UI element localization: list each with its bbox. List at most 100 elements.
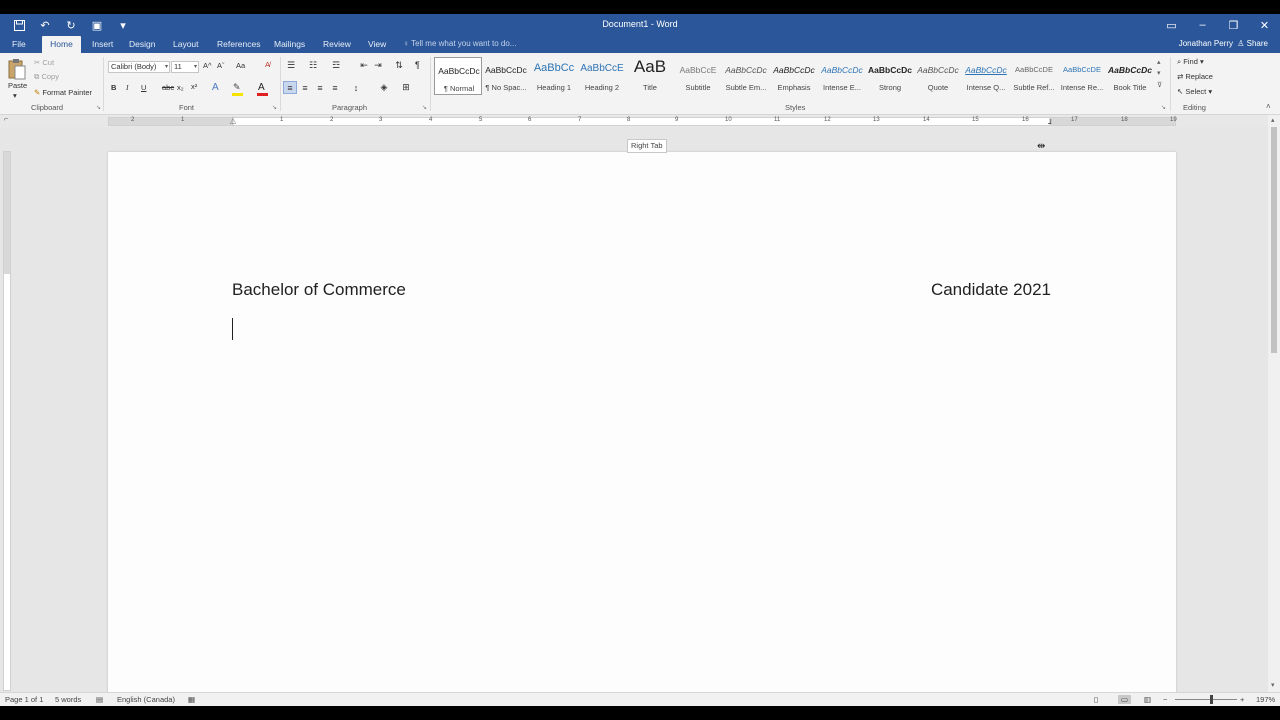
vertical-ruler[interactable] — [3, 151, 11, 691]
style-normal[interactable]: AaBbCcDc ¶ Normal — [434, 57, 482, 95]
tab-layout[interactable]: Layout — [168, 36, 204, 53]
styles-scroll-up-icon[interactable]: ▴ — [1157, 58, 1161, 66]
tab-file[interactable]: File — [7, 36, 31, 53]
subscript-button[interactable]: x₂ — [177, 83, 184, 92]
style-emphasis[interactable]: AaBbCcDc Emphasis — [770, 57, 818, 95]
language[interactable]: English (Canada) — [117, 695, 175, 704]
tab-insert[interactable]: Insert — [87, 36, 118, 53]
text-effects-icon[interactable]: A — [212, 82, 219, 93]
print-layout-icon[interactable]: ▭ — [1118, 695, 1132, 704]
paragraph-launcher-icon[interactable]: ↘ — [422, 104, 427, 111]
tab-references[interactable]: References — [212, 36, 265, 53]
font-name-box[interactable]: Calibri (Body) — [108, 61, 170, 73]
paste-icon[interactable] — [6, 57, 28, 81]
style-quote[interactable]: AaBbCcDc Quote — [914, 57, 962, 95]
find-button[interactable]: ⌕ Find ▾ — [1177, 57, 1204, 67]
scroll-down-icon[interactable]: ▾ — [1271, 681, 1275, 689]
style-heading-2[interactable]: AaBbCcE Heading 2 — [578, 57, 626, 95]
align-left-icon[interactable]: ≡ — [283, 81, 297, 94]
tab-home[interactable]: Home — [42, 36, 81, 53]
strikethrough-button[interactable]: abc — [162, 83, 174, 92]
change-case-button[interactable]: Aa — [236, 61, 245, 70]
style-no-spacing[interactable]: AaBbCcDc ¶ No Spac... — [482, 57, 530, 95]
numbering-icon[interactable]: ☷ — [306, 59, 320, 71]
italic-button[interactable]: I — [126, 83, 129, 92]
paste-label[interactable]: Paste — [8, 81, 27, 90]
styles-launcher-icon[interactable]: ↘ — [1161, 104, 1166, 111]
clipboard-launcher-icon[interactable]: ↘ — [96, 104, 101, 111]
ribbon-display-icon[interactable]: ▭ — [1156, 14, 1187, 36]
copy-button[interactable]: ⧉ Copy — [34, 72, 59, 82]
style-intense-reference[interactable]: AaBbCcDE Intense Re... — [1058, 57, 1106, 95]
vertical-scrollbar[interactable]: ▴ ▾ — [1268, 115, 1280, 692]
font-size-box[interactable]: 11 — [171, 61, 199, 73]
increase-indent-icon[interactable]: ⇥ — [371, 59, 385, 71]
font-launcher-icon[interactable]: ↘ — [272, 104, 277, 111]
scroll-up-icon[interactable]: ▴ — [1271, 116, 1275, 124]
sort-icon[interactable]: ⇅ — [392, 59, 406, 71]
scrollbar-thumb[interactable] — [1271, 127, 1277, 353]
tab-selector-icon[interactable]: ⌐ — [4, 116, 8, 123]
close-icon[interactable]: ✕ — [1249, 14, 1280, 36]
superscript-button[interactable]: x² — [191, 82, 197, 91]
replace-button[interactable]: ⇄ Replace — [1177, 72, 1213, 81]
web-layout-icon[interactable]: ▥ — [1144, 695, 1151, 704]
word-count[interactable]: 5 words — [55, 695, 81, 704]
align-center-icon[interactable]: ≡ — [298, 81, 312, 94]
show-formatting-button[interactable]: ¶ — [415, 60, 420, 70]
tab-mailings[interactable]: Mailings — [269, 36, 310, 53]
read-mode-icon[interactable]: ▯ — [1094, 695, 1098, 704]
document-page[interactable]: Bachelor of Commerce Candidate 2021 — [108, 152, 1176, 692]
horizontal-ruler[interactable]: 2 1 1 2 3 4 5 6 7 8 9 10 11 12 13 14 15 … — [108, 116, 1177, 128]
zoom-out-icon[interactable]: − — [1163, 695, 1167, 704]
style-intense-emphasis[interactable]: AaBbCcDc Intense E... — [818, 57, 866, 95]
zoom-slider-knob[interactable] — [1210, 695, 1213, 704]
minimize-icon[interactable]: – — [1187, 14, 1218, 36]
document-text-left[interactable]: Bachelor of Commerce — [232, 280, 406, 300]
style-subtle-reference[interactable]: AaBbCcDE Subtle Ref... — [1010, 57, 1058, 95]
restore-icon[interactable]: ❐ — [1218, 14, 1249, 36]
touch-mode-icon[interactable]: ▣ — [86, 16, 108, 34]
indent-marker-icon[interactable]: ⏃ — [229, 116, 237, 127]
tab-review[interactable]: Review — [318, 36, 356, 53]
style-strong[interactable]: AaBbCcDc Strong — [866, 57, 914, 95]
share-button[interactable]: ♙ Share — [1237, 36, 1268, 52]
tab-design[interactable]: Design — [124, 36, 160, 53]
shrink-font-button[interactable]: Aˇ — [217, 61, 225, 70]
style-subtle-emphasis[interactable]: AaBbCcDc Subtle Em... — [722, 57, 770, 95]
style-heading-1[interactable]: AaBbCc Heading 1 — [530, 57, 578, 95]
style-subtitle[interactable]: AaBbCcE Subtitle — [674, 57, 722, 95]
zoom-in-icon[interactable]: + — [1240, 695, 1244, 704]
line-spacing-icon[interactable]: ↕ — [349, 81, 363, 94]
borders-icon[interactable]: ⊞ — [399, 81, 413, 94]
redo-icon[interactable]: ↻ — [60, 16, 82, 34]
document-text-right[interactable]: Candidate 2021 — [931, 280, 1051, 300]
styles-scroll-down-icon[interactable]: ▾ — [1157, 69, 1161, 77]
proofing-icon[interactable]: ▤ — [96, 695, 103, 704]
bullets-icon[interactable]: ☰ — [284, 59, 298, 71]
page-count[interactable]: Page 1 of 1 — [5, 695, 43, 704]
decrease-indent-icon[interactable]: ⇤ — [357, 59, 371, 71]
zoom-slider[interactable] — [1175, 699, 1237, 700]
shading-icon[interactable]: ◈ — [377, 81, 391, 94]
select-button[interactable]: ↖ Select ▾ — [1177, 87, 1212, 96]
tell-me-search[interactable]: ♀ Tell me what you want to do... — [403, 36, 516, 53]
style-title[interactable]: AaB Title — [626, 57, 674, 95]
customize-qat-icon[interactable]: ▾ — [112, 16, 134, 34]
macro-record-icon[interactable]: ▦ — [188, 695, 195, 704]
justify-icon[interactable]: ≡ — [328, 81, 342, 94]
collapse-ribbon-icon[interactable]: ˄ — [1266, 102, 1271, 111]
format-painter-button[interactable]: ✎ Format Painter — [34, 88, 92, 97]
clear-formatting-icon[interactable]: A̸ — [265, 60, 270, 69]
style-intense-quote[interactable]: AaBbCcDc Intense Q... — [962, 57, 1010, 95]
highlight-icon[interactable]: ✎ — [233, 82, 241, 93]
bold-button[interactable]: B — [111, 83, 116, 92]
zoom-level[interactable]: 197% — [1256, 695, 1275, 704]
grow-font-button[interactable]: A^ — [203, 61, 212, 70]
tab-view[interactable]: View — [363, 36, 391, 53]
styles-more-icon[interactable]: ⊽ — [1157, 81, 1162, 89]
style-book-title[interactable]: AaBbCcDc Book Title — [1106, 57, 1154, 95]
font-color-icon[interactable]: A — [258, 82, 265, 93]
cut-button[interactable]: ✂ Cut — [34, 58, 54, 67]
user-name[interactable]: Jonathan Perry — [1179, 36, 1233, 52]
